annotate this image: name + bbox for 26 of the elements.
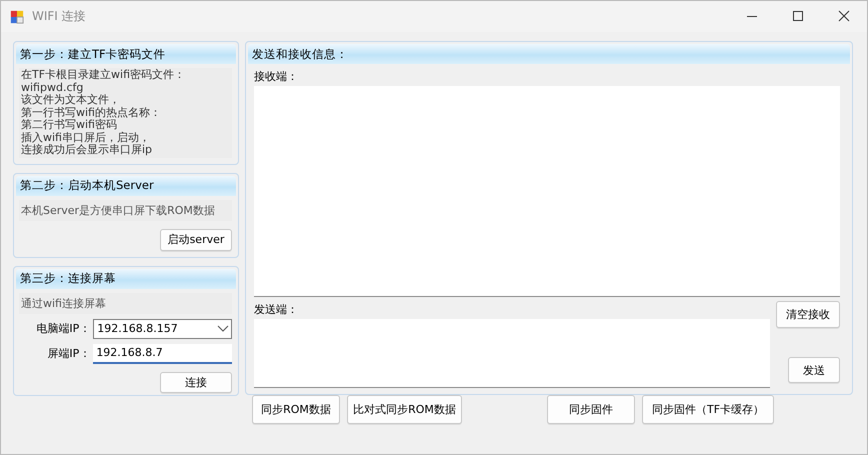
sync-button[interactable]: 比对式同步ROM数据	[347, 395, 462, 424]
send-button[interactable]: 发送	[788, 357, 840, 383]
ip-field[interactable]: 192.168.8.7	[93, 344, 232, 364]
sync-button[interactable]: 同步ROM数据	[252, 395, 340, 424]
field-label: 屏端IP：	[46, 346, 92, 361]
field-label: 发送端：	[254, 302, 298, 317]
description-text: 本机Server是方便串口屏下载ROM数据	[19, 200, 232, 220]
sync-button[interactable]: 同步固件	[547, 395, 635, 424]
group-header: 第三步：连接屏幕	[16, 268, 236, 288]
connect-button[interactable]: 连接	[160, 372, 232, 392]
app-icon	[10, 10, 24, 24]
group-header: 第二步：启动本机Server	[16, 176, 236, 196]
field-label: 接收端：	[254, 69, 298, 84]
sync-button[interactable]: 同步固件（TF卡缓存）	[642, 395, 774, 424]
group-header: 第一步：建立TF卡密码文件	[16, 44, 236, 64]
send-textarea[interactable]	[254, 319, 770, 388]
clear-receive-button[interactable]: 清空接收	[776, 301, 840, 328]
field-label: 电脑端IP：	[35, 321, 92, 336]
group-header: 发送和接收信息：	[248, 44, 850, 64]
description-text: 通过wifi连接屏幕	[19, 292, 232, 314]
start-server-button[interactable]: 启动server	[160, 228, 232, 250]
instructions-text: 在TF卡根目录建立wifi密码文件： wifipwd.cfg 该文件为文本文件， 第一行书写wifi的热点名称： 第二行书写wifi密码 插入wifi串口屏后，启动， 连接成功后会显示串口屏ip	[19, 68, 232, 158]
receive-textarea[interactable]	[254, 86, 840, 297]
window-title: WIFI 连接	[32, 8, 86, 25]
ip-dropdown[interactable]: 192.168.8.157	[93, 318, 232, 338]
chevron-icon	[215, 324, 231, 334]
